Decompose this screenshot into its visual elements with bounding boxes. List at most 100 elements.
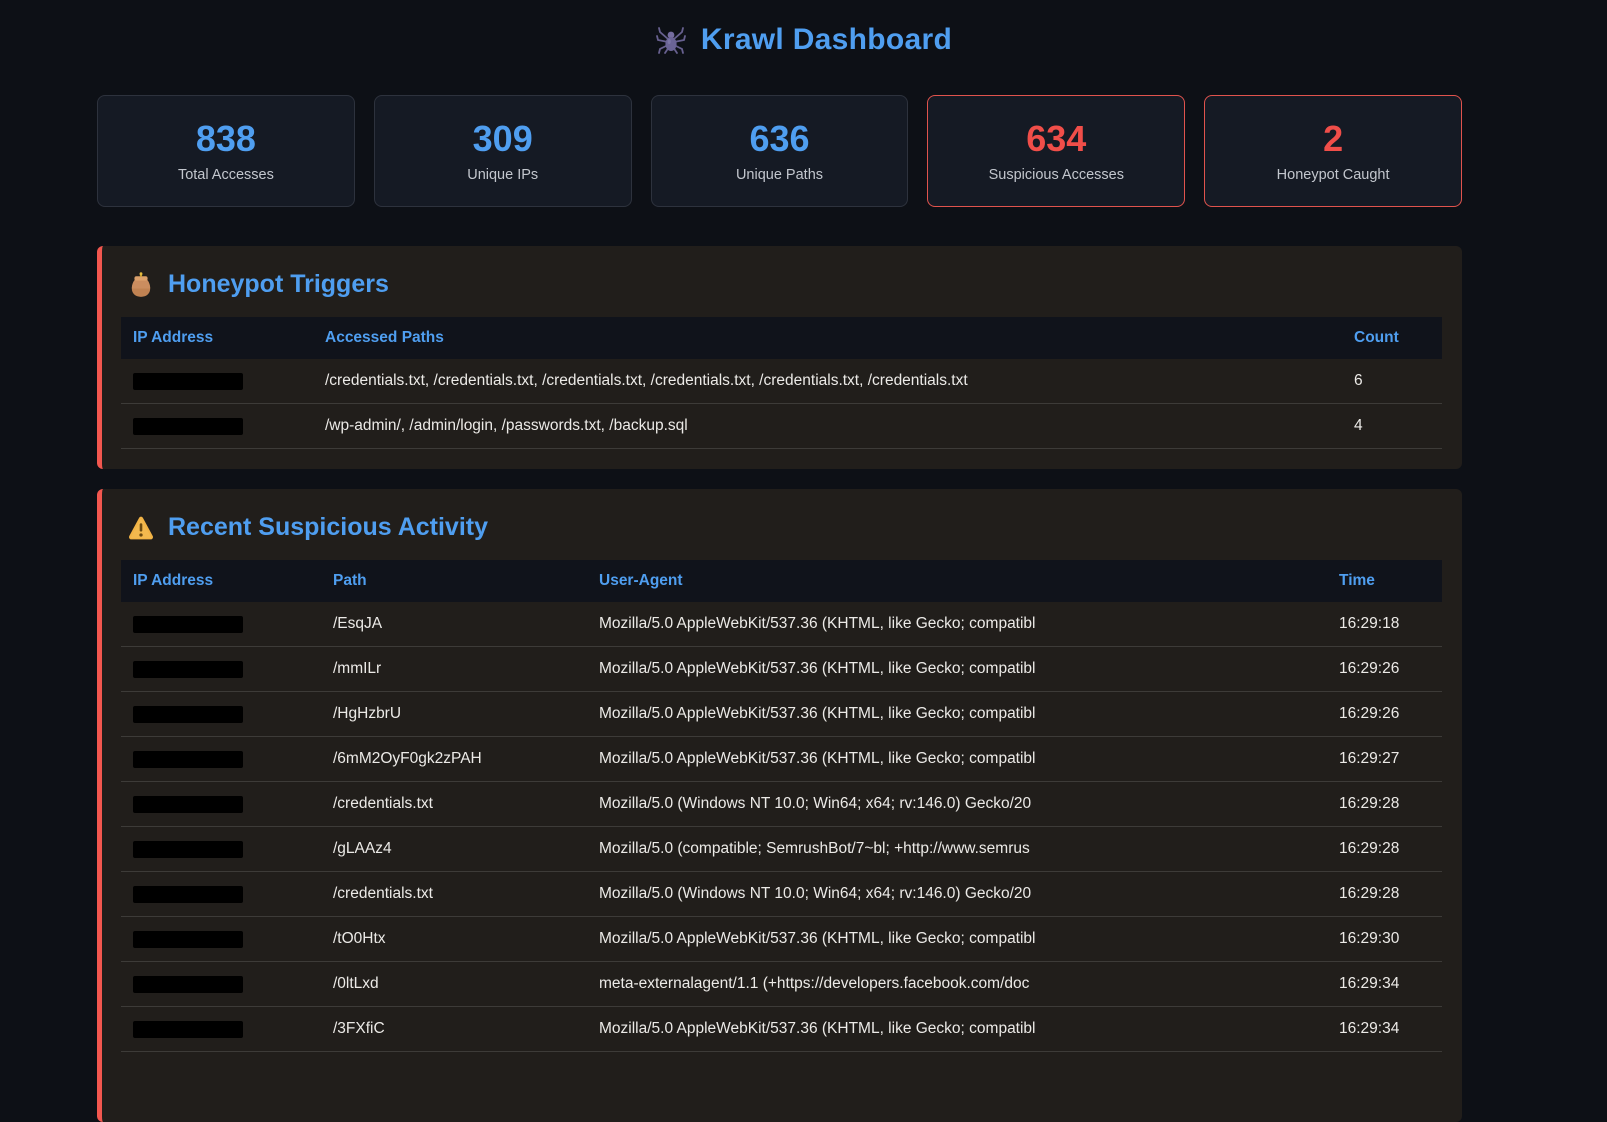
ip-cell	[121, 962, 321, 1007]
table-row: /credentials.txt Mozilla/5.0 (Windows NT…	[121, 872, 1442, 917]
content-column: 838 Total Accesses 309 Unique IPs 636 Un…	[97, 95, 1462, 1122]
table-row: /wp-admin/, /admin/login, /passwords.txt…	[121, 404, 1442, 449]
stat-value: 2	[1323, 119, 1343, 159]
table-row: /gLAAz4 Mozilla/5.0 (compatible; Semrush…	[121, 827, 1442, 872]
count-cell: 6	[1342, 359, 1442, 404]
stat-card-unique-paths: 636 Unique Paths	[651, 95, 909, 207]
time-cell: 16:29:28	[1327, 782, 1442, 827]
stat-label: Total Accesses	[178, 167, 274, 183]
stat-card-total-accesses: 838 Total Accesses	[97, 95, 355, 207]
path-cell: /credentials.txt	[321, 872, 587, 917]
user-agent-cell: Mozilla/5.0 AppleWebKit/537.36 (KHTML, l…	[587, 737, 1327, 782]
user-agent-cell: Mozilla/5.0 AppleWebKit/537.36 (KHTML, l…	[587, 647, 1327, 692]
honeypot-table-header-row: IP Address Accessed Paths Count	[121, 317, 1442, 359]
path-cell: /EsqJA	[321, 602, 587, 647]
path-cell: /mmILr	[321, 647, 587, 692]
stats-row: 838 Total Accesses 309 Unique IPs 636 Un…	[97, 95, 1462, 207]
page-title: Krawl Dashboard	[701, 23, 952, 57]
redacted-ip	[133, 661, 243, 678]
paths-cell: /credentials.txt, /credentials.txt, /cre…	[313, 359, 1342, 404]
col-ip-address: IP Address	[121, 560, 321, 602]
recent-suspicious-activity-panel: Recent Suspicious Activity IP Address Pa…	[97, 489, 1462, 1122]
stat-value: 309	[473, 119, 533, 159]
stat-value: 838	[196, 119, 256, 159]
redacted-ip	[133, 931, 243, 948]
redacted-ip	[133, 751, 243, 768]
ip-cell	[121, 647, 321, 692]
table-row: /EsqJA Mozilla/5.0 AppleWebKit/537.36 (K…	[121, 602, 1442, 647]
ip-cell	[121, 917, 321, 962]
ip-cell	[121, 737, 321, 782]
table-row: /0ltLxd meta-externalagent/1.1 (+https:/…	[121, 962, 1442, 1007]
table-row: /tO0Htx Mozilla/5.0 AppleWebKit/537.36 (…	[121, 917, 1442, 962]
stat-card-unique-ips: 309 Unique IPs	[374, 95, 632, 207]
recent-suspicious-activity-title: Recent Suspicious Activity	[127, 513, 1442, 542]
honeypot-triggers-panel: Honeypot Triggers IP Address Accessed Pa…	[97, 246, 1462, 469]
redacted-ip	[133, 706, 243, 723]
path-cell: /gLAAz4	[321, 827, 587, 872]
ip-cell	[121, 404, 313, 449]
redacted-ip	[133, 841, 243, 858]
col-count: Count	[1342, 317, 1442, 359]
col-user-agent: User-Agent	[587, 560, 1327, 602]
redacted-ip	[133, 796, 243, 813]
ip-cell	[121, 782, 321, 827]
path-cell: /0ltLxd	[321, 962, 587, 1007]
paths-cell: /wp-admin/, /admin/login, /passwords.txt…	[313, 404, 1342, 449]
stat-value: 636	[749, 119, 809, 159]
warning-icon	[127, 514, 155, 542]
table-row: /credentials.txt Mozilla/5.0 (Windows NT…	[121, 782, 1442, 827]
time-cell: 16:29:26	[1327, 692, 1442, 737]
user-agent-cell: Mozilla/5.0 (Windows NT 10.0; Win64; x64…	[587, 782, 1327, 827]
activity-table-header-row: IP Address Path User-Agent Time	[121, 560, 1442, 602]
activity-title-text: Recent Suspicious Activity	[168, 513, 488, 542]
honeypot-title-text: Honeypot Triggers	[168, 270, 389, 299]
user-agent-cell: Mozilla/5.0 AppleWebKit/537.36 (KHTML, l…	[587, 917, 1327, 962]
path-cell: /6mM2OyF0gk2zPAH	[321, 737, 587, 782]
user-agent-cell: Mozilla/5.0 AppleWebKit/537.36 (KHTML, l…	[587, 602, 1327, 647]
time-cell: 16:29:18	[1327, 602, 1442, 647]
redacted-ip	[133, 418, 243, 435]
ip-cell	[121, 872, 321, 917]
stat-card-honeypot-caught: 2 Honeypot Caught	[1204, 95, 1462, 207]
time-cell: 16:29:26	[1327, 647, 1442, 692]
user-agent-cell: Mozilla/5.0 AppleWebKit/537.36 (KHTML, l…	[587, 692, 1327, 737]
time-cell: 16:29:34	[1327, 962, 1442, 1007]
ip-cell	[121, 692, 321, 737]
time-cell: 16:29:27	[1327, 737, 1442, 782]
ip-cell	[121, 602, 321, 647]
time-cell: 16:29:28	[1327, 827, 1442, 872]
table-row: /HgHzbrU Mozilla/5.0 AppleWebKit/537.36 …	[121, 692, 1442, 737]
stat-label: Unique Paths	[736, 167, 823, 183]
stat-label: Suspicious Accesses	[989, 167, 1124, 183]
col-path: Path	[321, 560, 587, 602]
time-cell: 16:29:34	[1327, 1007, 1442, 1052]
stat-value: 634	[1026, 119, 1086, 159]
stat-card-suspicious-accesses: 634 Suspicious Accesses	[927, 95, 1185, 207]
activity-table: IP Address Path User-Agent Time /EsqJA M…	[121, 560, 1442, 1052]
user-agent-cell: Mozilla/5.0 (compatible; SemrushBot/7~bl…	[587, 827, 1327, 872]
ip-cell	[121, 359, 313, 404]
table-row: /6mM2OyF0gk2zPAH Mozilla/5.0 AppleWebKit…	[121, 737, 1442, 782]
table-row: /credentials.txt, /credentials.txt, /cre…	[121, 359, 1442, 404]
stat-label: Honeypot Caught	[1277, 167, 1390, 183]
table-row: /mmILr Mozilla/5.0 AppleWebKit/537.36 (K…	[121, 647, 1442, 692]
redacted-ip	[133, 373, 243, 390]
redacted-ip	[133, 976, 243, 993]
path-cell: /HgHzbrU	[321, 692, 587, 737]
time-cell: 16:29:30	[1327, 917, 1442, 962]
col-ip-address: IP Address	[121, 317, 313, 359]
app-header: Krawl Dashboard	[0, 0, 1607, 64]
col-accessed-paths: Accessed Paths	[313, 317, 1342, 359]
col-time: Time	[1327, 560, 1442, 602]
stat-label: Unique IPs	[467, 167, 538, 183]
path-cell: /credentials.txt	[321, 782, 587, 827]
path-cell: /3FXfiC	[321, 1007, 587, 1052]
ip-cell	[121, 827, 321, 872]
path-cell: /tO0Htx	[321, 917, 587, 962]
count-cell: 4	[1342, 404, 1442, 449]
ip-cell	[121, 1007, 321, 1052]
honeypot-table: IP Address Accessed Paths Count /credent…	[121, 317, 1442, 449]
user-agent-cell: Mozilla/5.0 (Windows NT 10.0; Win64; x64…	[587, 872, 1327, 917]
spider-icon	[655, 24, 687, 56]
